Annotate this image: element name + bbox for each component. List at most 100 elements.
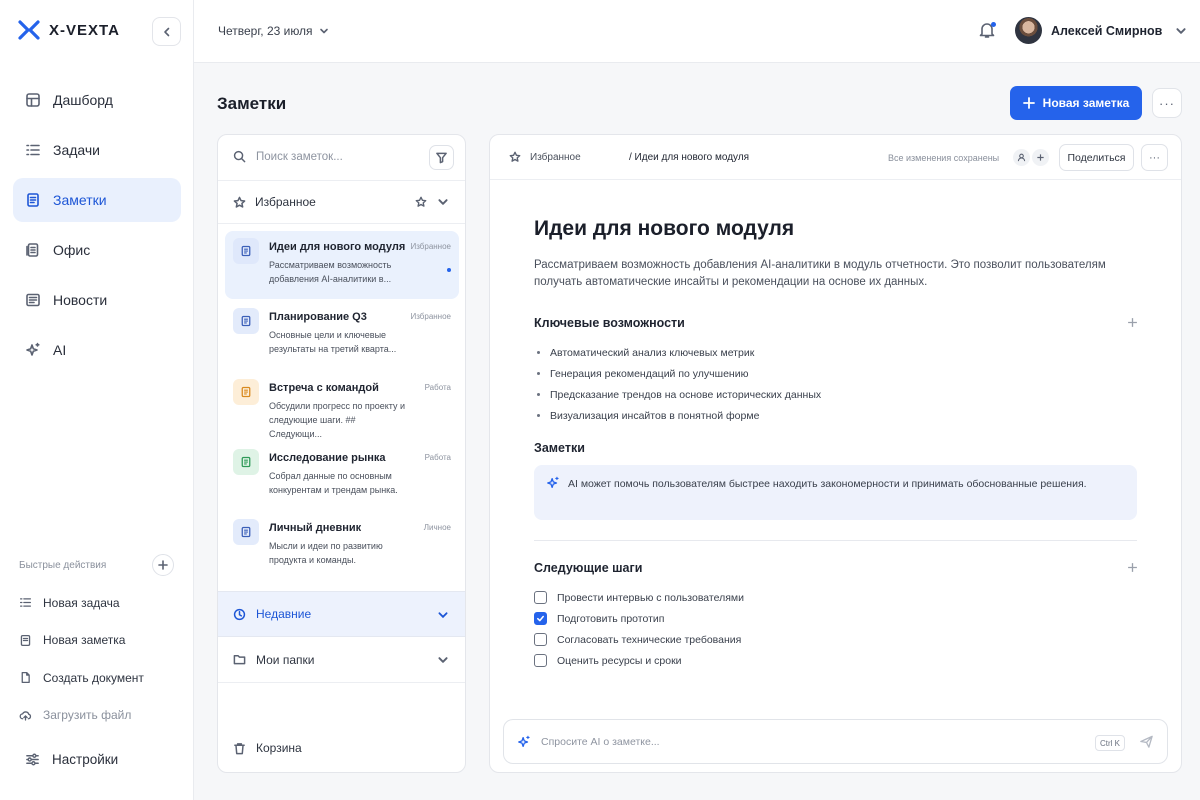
page-more-button[interactable]: ··· [1152, 88, 1182, 118]
note-icon [233, 448, 259, 475]
checklist-item[interactable]: Подготовить прототип [534, 608, 744, 629]
document-icon [241, 386, 251, 397]
checkbox[interactable] [534, 654, 547, 667]
breadcrumb-root[interactable]: Избранное [530, 152, 581, 163]
divider [534, 540, 1137, 541]
favorites-actions [415, 196, 449, 208]
checkbox-checked[interactable] [534, 612, 547, 625]
star-icon [233, 196, 246, 208]
document-icon [241, 316, 251, 327]
recent-section-header[interactable]: Недавние [218, 591, 465, 637]
add-quick-action-button[interactable] [152, 554, 174, 576]
sidebar-nav: Дашборд Задачи Заметки Офис Новости AI [13, 78, 181, 378]
settings-link[interactable]: Настройки [25, 752, 118, 767]
note-icon [233, 238, 259, 264]
sidebar-item-office[interactable]: Офис [13, 228, 181, 272]
x-logo-icon [18, 20, 40, 40]
features-heading: Ключевые возможности [534, 316, 685, 330]
note-item[interactable]: Личный дневник Личное Мысли и идеи по ра… [225, 512, 459, 580]
editor-toolbar: Избранное / Идеи для нового модуля Все и… [490, 135, 1181, 180]
note-snippet: Мысли и идеи по развитию продукта и кома… [269, 541, 383, 566]
notes-icon [27, 193, 39, 207]
user-menu[interactable]: Алексей Смирнов [1015, 17, 1187, 44]
collapse-sidebar-button[interactable] [152, 17, 181, 46]
sidebar-item-label: Заметки [53, 192, 107, 208]
date-selector[interactable]: Четверг, 23 июля [218, 24, 329, 38]
list-item[interactable]: Предсказание трендов на основе историчес… [534, 384, 821, 405]
quick-action-new-task[interactable]: Новая задача [19, 584, 144, 622]
list-item[interactable]: Автоматический анализ ключевых метрик [534, 342, 821, 363]
features-list: Автоматический анализ ключевых метрик Ге… [534, 342, 821, 426]
add-section-icon[interactable] [1127, 317, 1138, 328]
quick-action-upload-file[interactable]: Загрузить файл [19, 697, 144, 735]
note-snippet: Собрал данные по основным конкурентам и … [269, 470, 398, 495]
quick-action-new-note[interactable]: Новая заметка [19, 622, 144, 660]
ai-callout[interactable]: AI может помочь пользователям быстрее на… [534, 465, 1137, 520]
brand-name: X-VEXTA [49, 21, 120, 39]
sidebar-item-dashboard[interactable]: Дашборд [13, 78, 181, 122]
checklist-item[interactable]: Согласовать технические требования [534, 629, 744, 650]
share-label: Поделиться [1067, 151, 1126, 164]
sidebar-item-notes[interactable]: Заметки [13, 178, 181, 222]
breadcrumb[interactable]: Избранное [509, 151, 581, 163]
filter-button[interactable] [429, 145, 454, 170]
folders-section-header[interactable]: Мои папки [218, 637, 465, 683]
sidebar: X-VEXTA Дашборд Задачи Заметки Офис Ново… [0, 0, 194, 800]
note-item[interactable]: Исследование рынка Работа Собрал данные … [225, 442, 459, 510]
note-item[interactable]: Планирование Q3 Избранное Основные цели … [225, 301, 459, 369]
upload-icon [19, 711, 32, 721]
favorites-section-header[interactable]: Избранное [218, 180, 465, 224]
dashboard-icon [26, 93, 40, 107]
document-intro[interactable]: Рассматриваем возможность добавления AI-… [534, 257, 1134, 291]
checklist-item[interactable]: Оценить ресурсы и сроки [534, 650, 744, 671]
checkbox[interactable] [534, 591, 547, 604]
sidebar-item-label: AI [53, 342, 67, 358]
new-note-label: Новая заметка [1042, 96, 1130, 110]
user-icon [1013, 148, 1030, 166]
plus-icon [1022, 97, 1035, 109]
note-item[interactable]: Встреча с командой Работа Обсудили прогр… [225, 372, 459, 440]
search-bar[interactable]: Поиск заметок... [233, 150, 343, 163]
ask-ai-bar[interactable]: Спросите AI о заметке... Ctrl K [503, 719, 1168, 764]
search-input[interactable]: Поиск заметок... [256, 151, 343, 163]
share-button[interactable]: Поделиться [1059, 144, 1134, 171]
ask-ai-input[interactable]: Спросите AI о заметке... [541, 736, 660, 748]
note-tag: Избранное [410, 312, 451, 322]
list-item[interactable]: Генерация рекомендаций по улучшению [534, 363, 821, 384]
brand-logo[interactable]: X-VEXTA [18, 20, 120, 40]
add-collaborator-icon[interactable] [1032, 148, 1049, 166]
notifications-button[interactable] [979, 21, 996, 39]
star-outline-icon[interactable] [415, 196, 427, 208]
quick-action-create-document[interactable]: Создать документ [19, 659, 144, 697]
document-title[interactable]: Идеи для нового модуля [534, 217, 794, 241]
checkbox[interactable] [534, 633, 547, 646]
chevron-down-icon [438, 612, 448, 619]
note-title: Исследование рынка [269, 451, 386, 464]
send-icon[interactable] [1139, 734, 1154, 749]
checklist-item[interactable]: Провести интервью с пользователями [534, 587, 744, 608]
sidebar-item-tasks[interactable]: Задачи [13, 128, 181, 172]
new-note-button[interactable]: Новая заметка [1010, 86, 1142, 120]
note-item[interactable]: Идеи для нового модуля Избранное Рассмат… [225, 231, 459, 299]
user-name: Алексей Смирнов [1051, 23, 1163, 38]
list-item[interactable]: Визуализация инсайтов в понятной форме [534, 405, 821, 426]
trash-label: Корзина [256, 741, 302, 755]
editor-more-button[interactable]: ··· [1141, 144, 1168, 171]
plus-icon [158, 560, 168, 570]
document-icon [21, 672, 30, 684]
avatar [1015, 17, 1042, 44]
chevron-down-icon[interactable] [437, 196, 449, 208]
sidebar-item-ai[interactable]: AI [13, 328, 181, 372]
chevron-left-icon [163, 27, 169, 36]
checklist-label: Согласовать технические требования [557, 633, 742, 646]
note-title: Встреча с командой [269, 381, 379, 394]
star-icon [509, 151, 521, 162]
tasks-icon [26, 144, 40, 156]
trash-link[interactable]: Корзина [233, 741, 302, 755]
sidebar-item-news[interactable]: Новости [13, 278, 181, 322]
collaborators[interactable] [1013, 148, 1049, 166]
add-section-icon[interactable] [1127, 562, 1138, 573]
note-snippet: Обсудили прогресс по проекту и следующие… [269, 400, 406, 439]
note-title: Планирование Q3 [269, 311, 367, 324]
news-icon [26, 293, 40, 307]
